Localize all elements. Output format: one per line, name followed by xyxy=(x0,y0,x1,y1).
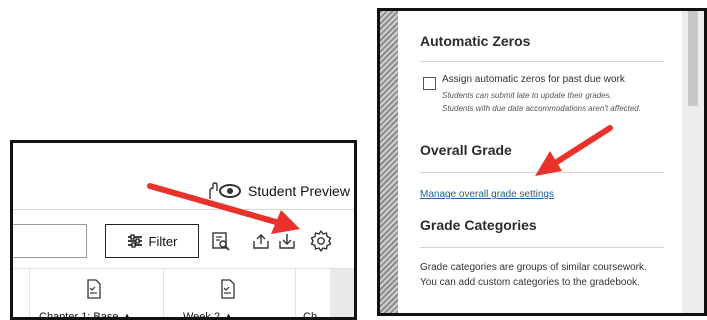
filter-button[interactable]: Filter xyxy=(105,224,199,258)
column-separator xyxy=(295,269,296,317)
manage-overall-grade-link[interactable]: Manage overall grade settings xyxy=(420,189,554,200)
automatic-zeros-helper-2: Students with due date accommodations ar… xyxy=(442,104,641,113)
grade-preview-icon[interactable] xyxy=(211,231,231,251)
upload-icon[interactable] xyxy=(251,231,271,251)
student-preview-icon xyxy=(209,182,241,199)
panel-backdrop xyxy=(380,11,398,313)
automatic-zeros-checkbox[interactable] xyxy=(423,77,436,90)
automatic-zeros-helper-1: Students can submit late to update their… xyxy=(442,91,612,100)
automatic-zeros-label: Assign automatic zeros for past due work xyxy=(442,74,625,85)
assignment-icon xyxy=(87,279,101,299)
column-separator xyxy=(29,269,30,317)
section-divider xyxy=(420,61,664,62)
settings-content: Automatic Zeros Assign automatic zeros f… xyxy=(398,11,690,313)
vertical-scrollbar[interactable] xyxy=(682,11,704,313)
column-header-divider xyxy=(13,268,354,269)
toolbar-divider xyxy=(13,209,354,210)
gear-icon[interactable] xyxy=(309,229,333,253)
grade-categories-desc-1: Grade categories are groups of similar c… xyxy=(420,262,647,273)
student-preview-button[interactable]: Student Preview xyxy=(206,179,350,203)
student-preview-label: Student Preview xyxy=(248,183,350,199)
filter-label: Filter xyxy=(148,233,178,249)
section-divider xyxy=(420,247,664,248)
horizontal-scroll-area[interactable] xyxy=(330,269,354,317)
gradebook-panel: Student Preview Filter Chapter 1: Base ▲… xyxy=(10,140,357,320)
automatic-zeros-title: Automatic Zeros xyxy=(420,33,531,49)
gradebook-settings-panel: Automatic Zeros Assign automatic zeros f… xyxy=(377,8,707,316)
assignment-icon xyxy=(221,279,235,299)
grade-categories-title: Grade Categories xyxy=(420,217,537,233)
section-divider xyxy=(420,172,664,173)
overall-grade-title: Overall Grade xyxy=(420,142,512,158)
grade-categories-desc-2: You can add custom categories to the gra… xyxy=(420,277,640,288)
download-icon[interactable] xyxy=(277,231,297,251)
filter-icon xyxy=(127,234,142,248)
scrollbar-thumb[interactable] xyxy=(688,11,698,106)
search-input[interactable] xyxy=(13,224,87,258)
column-separator xyxy=(163,269,164,317)
preview-row: Student Preview xyxy=(13,143,354,209)
